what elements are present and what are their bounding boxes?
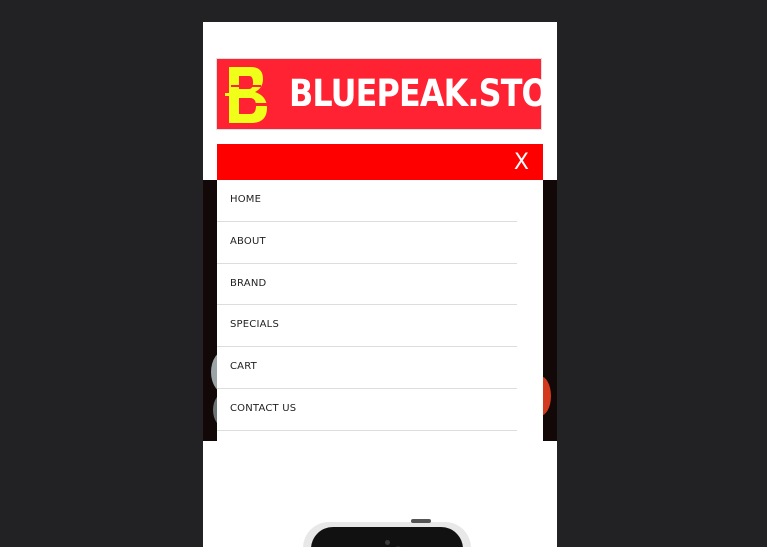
menu-bar: X — [217, 144, 543, 180]
phone-camera — [385, 540, 390, 545]
nav-item-about[interactable]: ABOUT — [217, 222, 517, 264]
phone-screen — [311, 527, 463, 547]
nav-item-label: ABOUT — [230, 235, 266, 247]
nav-item-brand[interactable]: BRAND — [217, 264, 517, 306]
close-icon[interactable]: X — [514, 150, 529, 176]
phone-button — [411, 519, 431, 523]
nav-item-label: BRAND — [230, 277, 267, 289]
nav-item-label: CONTACT US — [230, 402, 297, 414]
logo-banner[interactable]: BLUEPEAK.STORE — [216, 58, 557, 130]
nav-item-cart[interactable]: CART — [217, 347, 517, 389]
nav-menu: HOME ABOUT BRAND SPECIALS CART CONTACT U… — [217, 180, 543, 441]
logo-mark-icon — [225, 67, 269, 123]
page: BLUEPEAK.STORE X HOME ABOUT BRAND SPECIA… — [203, 22, 557, 547]
product-phone-image — [303, 519, 471, 547]
nav-item-home[interactable]: HOME — [217, 180, 517, 222]
brand-name: BLUEPEAK.STORE — [289, 72, 557, 115]
nav-item-contact-us[interactable]: CONTACT US — [217, 389, 517, 431]
nav-item-label: SPECIALS — [230, 319, 279, 331]
nav-item-label: CART — [230, 361, 257, 373]
nav-item-label: HOME — [230, 194, 262, 205]
nav-item-specials[interactable]: SPECIALS — [217, 305, 517, 348]
